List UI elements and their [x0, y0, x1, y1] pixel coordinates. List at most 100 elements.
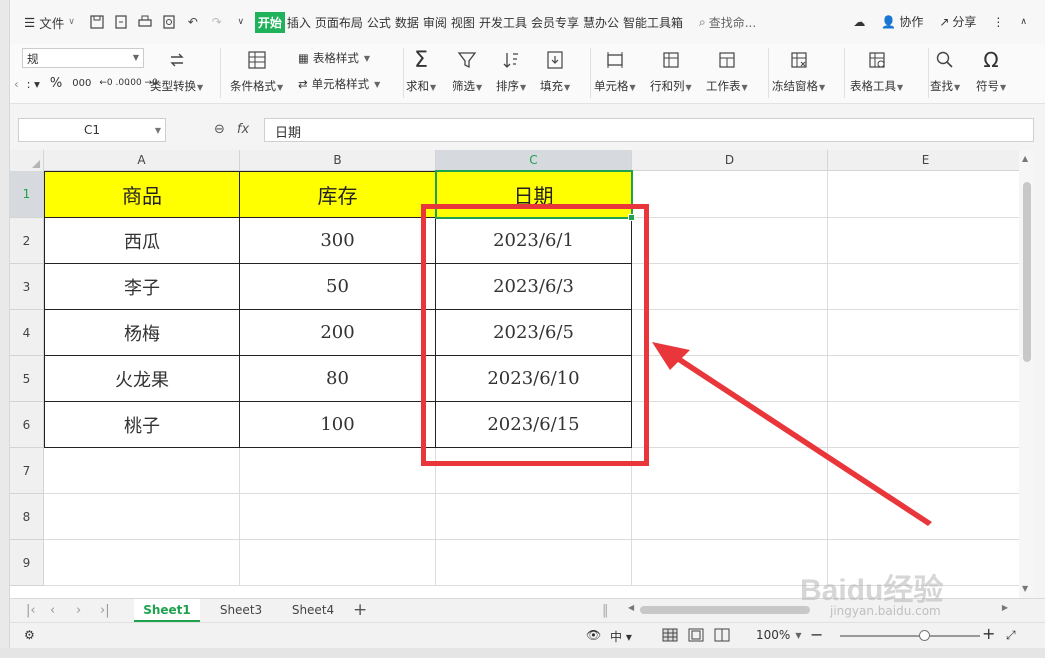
tab-view[interactable]: 视图 [449, 12, 477, 33]
redo-icon[interactable]: ↷ [209, 14, 225, 30]
collab-button[interactable]: 👤 协作 [881, 13, 923, 30]
empty-cell[interactable] [632, 171, 828, 218]
empty-cell[interactable] [632, 540, 828, 586]
column-header-a[interactable]: A [44, 150, 240, 171]
empty-cell[interactable] [632, 218, 828, 264]
empty-cell[interactable] [436, 494, 632, 540]
scroll-left-icon[interactable]: ◀ [628, 603, 634, 612]
row-header[interactable]: 1 [10, 171, 44, 218]
horizontal-scroll-thumb[interactable] [640, 606, 810, 614]
cell-b1[interactable]: 库存 [240, 171, 436, 218]
row-header[interactable]: 3 [10, 264, 44, 310]
empty-cell[interactable] [828, 264, 1024, 310]
column-header-c[interactable]: C [436, 150, 632, 171]
increase-decimal-button[interactable]: ←0 .00 [99, 79, 129, 88]
row-header[interactable]: 5 [10, 356, 44, 402]
scroll-up-icon[interactable]: ▲ [1022, 154, 1028, 163]
empty-cell[interactable] [632, 264, 828, 310]
fill-button[interactable]: 填充▼ [540, 48, 570, 94]
column-header-e[interactable]: E [828, 150, 1024, 171]
empty-cell[interactable] [828, 448, 1024, 494]
decrease-decimal-button[interactable]: .00 →0 [127, 79, 157, 88]
command-search[interactable]: ⌕ 查找命... [699, 14, 756, 31]
tab-member[interactable]: 会员专享 [529, 12, 581, 33]
type-convert-button[interactable]: 类型转换▼ [150, 48, 203, 94]
zoom-level[interactable]: 100% ▼ [756, 628, 801, 642]
empty-cell[interactable] [44, 540, 240, 586]
row-header[interactable]: 4 [10, 310, 44, 356]
tab-developer[interactable]: 开发工具 [477, 12, 529, 33]
row-header[interactable]: 8 [10, 494, 44, 540]
export-icon[interactable] [113, 14, 129, 30]
worksheet-grid[interactable]: A B C D E 1 2 3 4 5 6 7 8 9 商品 库存 日期 西瓜 … [10, 150, 1035, 598]
name-box[interactable]: C1 ▼ [18, 118, 166, 142]
formula-input[interactable]: 日期 [264, 118, 1034, 142]
empty-cell[interactable] [828, 494, 1024, 540]
fullscreen-icon[interactable]: ⤢ [1006, 628, 1016, 643]
row-header[interactable]: 6 [10, 402, 44, 448]
cell-c2[interactable]: 2023/6/1 [436, 218, 632, 264]
cell-c6[interactable]: 2023/6/15 [436, 402, 632, 448]
cell-c1[interactable]: 日期 [436, 171, 632, 218]
tab-huibangong[interactable]: 慧办公 [581, 12, 621, 33]
tab-review[interactable]: 审阅 [421, 12, 449, 33]
sheet-tab-sheet3[interactable]: Sheet3 [206, 599, 276, 622]
zoom-out-icon[interactable]: − [810, 625, 823, 644]
select-all-corner[interactable] [10, 150, 44, 171]
empty-cell[interactable] [44, 448, 240, 494]
sheet-tab-sheet4[interactable]: Sheet4 [280, 599, 346, 622]
table-style-button[interactable]: ▦ 表格样式 ▼ [298, 50, 370, 66]
column-header-b[interactable]: B [240, 150, 436, 171]
share-button[interactable]: ↗ 分享 [939, 13, 976, 30]
empty-cell[interactable] [632, 494, 828, 540]
thousands-button[interactable]: 000 [72, 78, 91, 89]
ribbon-scroll-left-icon[interactable]: ‹ [14, 77, 19, 91]
print-icon[interactable] [137, 14, 153, 30]
cell-style-button[interactable]: ⇄ 单元格样式 ▼ [298, 76, 380, 92]
chevron-down-icon[interactable]: ∨ [233, 14, 249, 30]
normal-view-icon[interactable] [662, 628, 678, 642]
horizontal-scrollbar[interactable]: ◀ ▶ [628, 603, 1008, 617]
zoom-icon[interactable]: ⊖ [214, 122, 225, 137]
eye-protection-icon[interactable]: 👁 [586, 628, 601, 642]
file-menu[interactable]: ☰ 文件 ∨ [10, 13, 83, 32]
collapse-ribbon-icon[interactable]: ∧ [1020, 17, 1027, 27]
tab-formulas[interactable]: 公式 [365, 12, 393, 33]
cell-c4[interactable]: 2023/6/5 [436, 310, 632, 356]
tab-insert[interactable]: 插入 [285, 12, 313, 33]
empty-cell[interactable] [240, 540, 436, 586]
cell-a5[interactable]: 火龙果 [44, 356, 240, 402]
print-preview-icon[interactable] [161, 14, 177, 30]
add-sheet-icon[interactable]: + [353, 600, 367, 620]
cloud-sync-icon[interactable]: ☁ [853, 15, 865, 29]
cell-a4[interactable]: 杨梅 [44, 310, 240, 356]
empty-cell[interactable] [44, 494, 240, 540]
freeze-panes-button[interactable]: 冻结窗格▼ [772, 48, 825, 94]
worksheet-button[interactable]: 工作表▼ [706, 48, 748, 94]
conditional-format-button[interactable]: 条件格式▼ [230, 48, 283, 94]
zoom-slider[interactable] [840, 630, 980, 641]
empty-cell[interactable] [828, 356, 1024, 402]
vertical-scroll-thumb[interactable] [1023, 182, 1031, 362]
tab-page-layout[interactable]: 页面布局 [313, 12, 365, 33]
sum-button[interactable]: Σ 求和▼ [406, 48, 436, 94]
number-format-select[interactable]: 规 ▼ [22, 48, 144, 68]
page-break-view-icon[interactable] [714, 628, 730, 642]
empty-cell[interactable] [240, 494, 436, 540]
last-sheet-icon[interactable]: ›| [100, 603, 110, 618]
page-layout-view-icon[interactable] [688, 628, 704, 642]
vertical-scrollbar[interactable]: ▲ ▼ [1019, 150, 1035, 598]
cell-a3[interactable]: 李子 [44, 264, 240, 310]
empty-cell[interactable] [436, 448, 632, 494]
cell-b6[interactable]: 100 [240, 402, 436, 448]
cell-a2[interactable]: 西瓜 [44, 218, 240, 264]
tab-home[interactable]: 开始 [254, 11, 285, 33]
percent-button[interactable]: % [50, 76, 62, 91]
cell-a6[interactable]: 桃子 [44, 402, 240, 448]
table-tools-button[interactable]: 表格工具▼ [850, 48, 903, 94]
empty-cell[interactable] [632, 448, 828, 494]
filter-button[interactable]: 筛选▼ [452, 48, 482, 94]
tab-smart-toolbox[interactable]: 智能工具箱 [621, 12, 685, 33]
cell-button[interactable]: 单元格▼ [594, 48, 636, 94]
row-header[interactable]: 2 [10, 218, 44, 264]
